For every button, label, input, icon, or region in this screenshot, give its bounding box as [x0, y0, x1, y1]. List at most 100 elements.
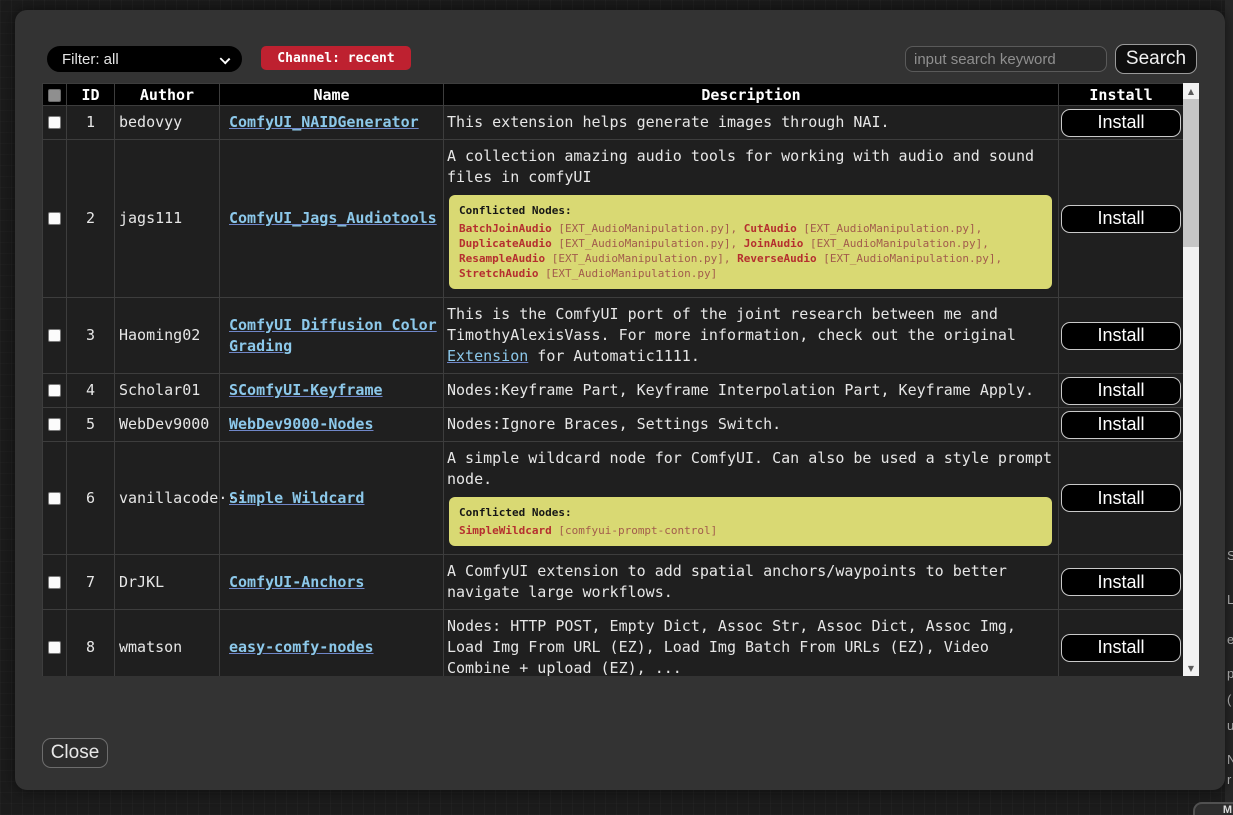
background-text-fragment: L [1227, 592, 1233, 607]
install-button[interactable]: Install [1061, 205, 1181, 233]
background-menu-fragment-label: M [1223, 804, 1232, 815]
row-description: Nodes: HTTP POST, Empty Dict, Assoc Str,… [444, 610, 1059, 677]
table-row: 3Haoming02ComfyUI Diffusion Color Gradin… [43, 298, 1184, 374]
scrollbar-thumb[interactable] [1183, 99, 1199, 247]
extension-name-link[interactable]: ComfyUI Diffusion Color Grading [229, 316, 437, 355]
row-checkbox-cell [43, 374, 67, 408]
scroll-up-arrow-icon[interactable]: ▲ [1183, 83, 1199, 99]
background-text-fragment: ( [1227, 692, 1233, 707]
install-button[interactable]: Install [1061, 377, 1181, 405]
header-name: Name [220, 84, 444, 106]
extension-name-link[interactable]: SComfyUI-Keyframe [229, 381, 383, 399]
row-id: 5 [67, 408, 115, 442]
conflict-file-name: [EXT_AudioManipulation.py], [810, 237, 989, 250]
table-row: 6vanillacode··· Simple Wildcard A simple w… [43, 442, 1184, 555]
row-name-cell: Simple Wildcard [220, 442, 444, 555]
header-description: Description [444, 84, 1059, 106]
row-install-cell: Install [1059, 610, 1184, 677]
close-button[interactable]: Close [42, 738, 108, 768]
row-checkbox-cell [43, 298, 67, 374]
row-select-checkbox[interactable] [48, 212, 61, 225]
row-id: 3 [67, 298, 115, 374]
conflict-file-name: [EXT_AudioManipulation.py], [552, 252, 737, 265]
row-author: vanillacode··· [115, 442, 220, 555]
header-checkbox-cell [43, 84, 67, 106]
extension-name-link[interactable]: ComfyUI_Jags_Audiotools [229, 209, 437, 227]
row-install-cell: Install [1059, 555, 1184, 610]
extension-name-link[interactable]: Simple Wildcard [229, 489, 364, 507]
description-link[interactable]: Extension [447, 347, 528, 365]
row-description: A simple wildcard node for ComfyUI. Can … [444, 442, 1059, 555]
row-select-checkbox[interactable] [48, 492, 61, 505]
row-select-checkbox[interactable] [48, 418, 61, 431]
row-name-cell: ComfyUI Diffusion Color Grading [220, 298, 444, 374]
install-button[interactable]: Install [1061, 322, 1181, 350]
header-author: Author [115, 84, 220, 106]
select-all-checkbox[interactable] [48, 89, 61, 102]
install-button[interactable]: Install [1061, 484, 1181, 512]
conflict-node-name: JoinAudio [744, 237, 804, 250]
conflict-node-name: BatchJoinAudio [459, 222, 552, 235]
row-select-checkbox[interactable] [48, 116, 61, 129]
row-install-cell: Install [1059, 408, 1184, 442]
table-row: 2jags111ComfyUI_Jags_AudiotoolsA collect… [43, 140, 1184, 298]
row-select-checkbox[interactable] [48, 384, 61, 397]
background-text-fragment: r [1227, 772, 1233, 787]
install-button[interactable]: Install [1061, 634, 1181, 662]
header-install: Install [1059, 84, 1184, 106]
row-checkbox-cell [43, 442, 67, 555]
install-button[interactable]: Install [1061, 411, 1181, 439]
row-author: DrJKL [115, 555, 220, 610]
row-select-checkbox[interactable] [48, 576, 61, 589]
extension-table-container: ID Author Name Description Install 1bedo… [42, 83, 1199, 676]
scroll-down-arrow-icon[interactable]: ▼ [1183, 660, 1199, 676]
row-id: 4 [67, 374, 115, 408]
channel-badge: Channel: recent [261, 46, 411, 70]
row-install-cell: Install [1059, 442, 1184, 555]
header-id: ID [67, 84, 115, 106]
row-description: A collection amazing audio tools for wor… [444, 140, 1059, 298]
extension-name-link[interactable]: ComfyUI-Anchors [229, 573, 364, 591]
install-button[interactable]: Install [1061, 109, 1181, 137]
row-id: 6 [67, 442, 115, 555]
table-row: 4Scholar01SComfyUI-KeyframeNodes:Keyfram… [43, 374, 1184, 408]
row-install-cell: Install [1059, 106, 1184, 140]
table-header-row: ID Author Name Description Install [43, 84, 1184, 106]
row-description: A ComfyUI extension to add spatial ancho… [444, 555, 1059, 610]
background-menu-fragment: M [1193, 802, 1233, 815]
row-name-cell: SComfyUI-Keyframe [220, 374, 444, 408]
background-text-fragment: u [1227, 718, 1233, 733]
table-scrollbar[interactable]: ▲ ▼ [1183, 83, 1199, 676]
row-select-checkbox[interactable] [48, 329, 61, 342]
conflict-file-name: [EXT_AudioManipulation.py], [558, 237, 743, 250]
row-author: Scholar01 [115, 374, 220, 408]
search-button[interactable]: Search [1115, 44, 1197, 74]
row-checkbox-cell [43, 555, 67, 610]
row-author: bedovyy [115, 106, 220, 140]
row-install-cell: Install [1059, 298, 1184, 374]
row-install-cell: Install [1059, 140, 1184, 298]
conflict-file-name: [EXT_AudioManipulation.py], [558, 222, 743, 235]
filter-select[interactable]: Filter: all [47, 46, 242, 72]
extension-name-link[interactable]: easy-comfy-nodes [229, 638, 374, 656]
background-text-fragment: p [1227, 666, 1233, 681]
extension-name-link[interactable]: ComfyUI_NAIDGenerator [229, 113, 419, 131]
conflict-file-name: [EXT_AudioManipulation.py] [545, 267, 717, 280]
install-button[interactable]: Install [1061, 568, 1181, 596]
row-checkbox-cell [43, 610, 67, 677]
search-input[interactable] [905, 46, 1107, 72]
row-name-cell: ComfyUI_NAIDGenerator [220, 106, 444, 140]
conflict-file-name: [comfyui-prompt-control] [558, 524, 717, 537]
row-select-checkbox[interactable] [48, 641, 61, 654]
conflicted-nodes-title: Conflicted Nodes: [459, 505, 1042, 520]
row-checkbox-cell [43, 140, 67, 298]
conflict-file-name: [EXT_AudioManipulation.py], [823, 252, 1002, 265]
row-install-cell: Install [1059, 374, 1184, 408]
row-author: WebDev9000 [115, 408, 220, 442]
table-body: 1bedovyyComfyUI_NAIDGeneratorThis extens… [43, 106, 1184, 677]
filter-select-wrap: Filter: all [47, 46, 242, 72]
row-name-cell: WebDev9000-Nodes [220, 408, 444, 442]
table-row: 7DrJKLComfyUI-AnchorsA ComfyUI extension… [43, 555, 1184, 610]
extension-name-link[interactable]: WebDev9000-Nodes [229, 415, 374, 433]
background-canvas-edge: SLep(uNrT [1225, 0, 1233, 815]
